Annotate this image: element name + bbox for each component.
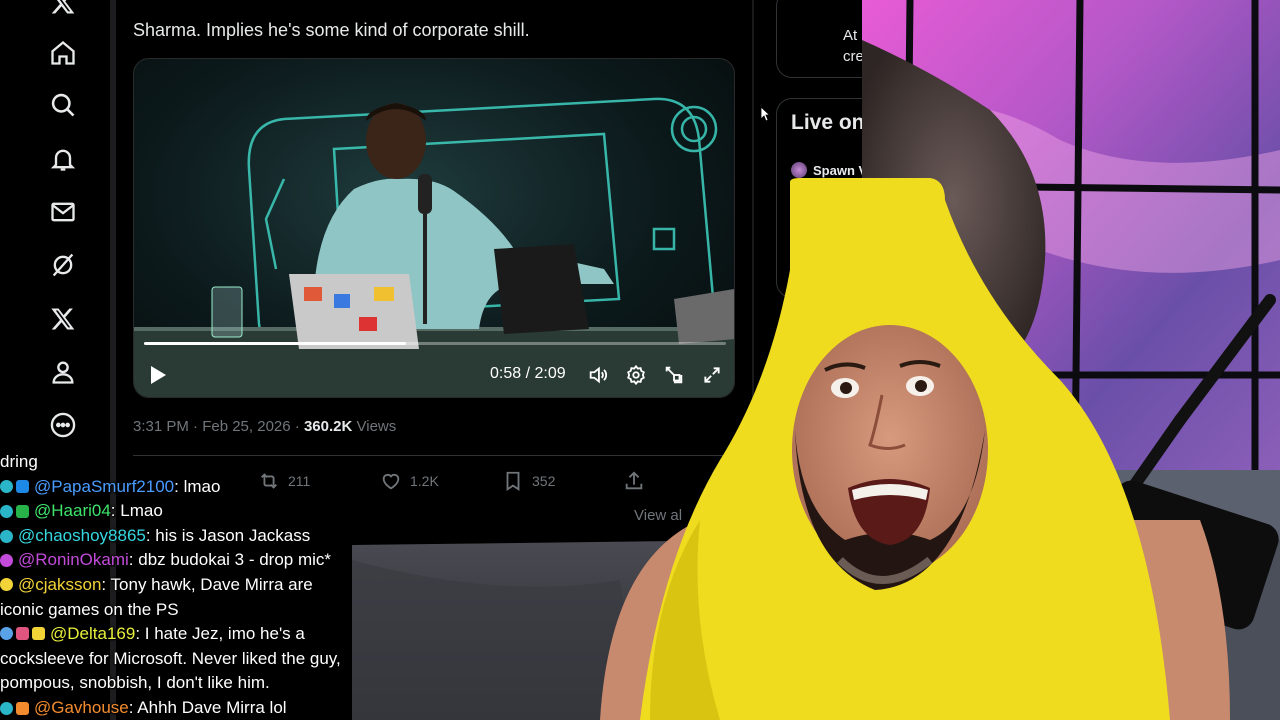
chat-text: : lmao: [174, 476, 221, 496]
bookmark-icon: [506, 471, 520, 491]
bookmark-button[interactable]: 352: [502, 470, 555, 492]
share-icon: [625, 471, 643, 490]
right-card: At cre: [776, 0, 896, 78]
mouse-cursor-icon: [760, 106, 770, 122]
tweet-meta: 3:31 PM · Feb 25, 2026 · 360.2K Views: [133, 418, 396, 435]
feed-border: [752, 0, 754, 540]
profile-icon[interactable]: [46, 355, 80, 389]
views-label: Views: [356, 418, 397, 435]
chat-badge-icon: [0, 504, 13, 518]
chat-badge-icon: [32, 627, 45, 641]
chat-message: @cjaksson: Tony hawk, Dave Mirra are ico…: [0, 573, 360, 622]
live-item-label: Spawn V: [813, 162, 868, 178]
video-frame: [134, 97, 734, 397]
play-icon[interactable]: [148, 363, 168, 387]
chat-username[interactable]: @cjaksson: [18, 575, 101, 594]
chat-username[interactable]: @Delta169: [50, 624, 135, 643]
chat-messages: @PapaSmurf2100: lmao @Haari04: Lmao @chaos…: [0, 475, 360, 720]
chat-message: @Haari04: Lmao: [0, 499, 360, 524]
video-progress-track[interactable]: [144, 342, 726, 345]
views-count: 360.2K: [303, 418, 353, 435]
bell-icon[interactable]: [46, 142, 80, 176]
tweet-timestamp[interactable]: 3:31 PM · Feb 25, 2026: [133, 418, 291, 435]
chat-badge-icon: [0, 529, 13, 543]
chat-message: @chaoshoy8865: his is Jason Jackass: [0, 524, 360, 549]
chat-text: : his is Jason Jackass: [145, 525, 311, 545]
chat-username[interactable]: @RoninOkami: [18, 548, 129, 573]
chat-badge-icon: [0, 701, 13, 715]
chat-badge-icon: [0, 554, 13, 568]
bookmark-count: 352: [532, 473, 556, 489]
settings-icon[interactable]: [624, 363, 648, 387]
like-button[interactable]: 1.2K: [380, 470, 439, 492]
chat-partial-line: dring: [0, 450, 360, 475]
chat-username[interactable]: @Haari04: [34, 499, 111, 524]
chat-badge-icon: [16, 480, 29, 494]
chat-badge-icon: [16, 627, 29, 641]
like-count: 1.2K: [410, 473, 439, 489]
live-title: Live on: [791, 111, 865, 134]
chat-text: : dbz budokai 3 - drop mic*: [128, 550, 332, 570]
chat-badge-icon: [0, 577, 13, 591]
x-premium-icon[interactable]: [46, 302, 80, 336]
stream-chat: dring @PapaSmurf2100: lmao @Haari04: Lmao…: [0, 450, 360, 720]
tweet-text: Sharma. Implies he's some kind of corpor…: [133, 20, 530, 40]
chat-text: : Lmao: [110, 501, 163, 521]
pip-icon[interactable]: [662, 363, 686, 387]
chat-username[interactable]: @chaoshoy8865: [18, 524, 146, 549]
more-icon[interactable]: [46, 408, 80, 442]
video-time: 0:58 / 2:09: [490, 365, 566, 382]
video-player[interactable]: 0:58 / 2:09: [133, 58, 735, 398]
chat-message: @Delta169: I hate Jez, imo he's a cocksl…: [0, 622, 360, 696]
chat-badge-icon: [16, 701, 29, 715]
volume-icon[interactable]: [586, 363, 610, 387]
mail-icon[interactable]: [46, 195, 80, 229]
grok-icon[interactable]: [46, 248, 80, 282]
chat-message: @RoninOkami: dbz budokai 3 - drop mic*: [0, 548, 360, 573]
live-item[interactable]: Spawn V: [791, 162, 867, 178]
home-icon[interactable]: [46, 36, 80, 70]
search-icon[interactable]: [46, 88, 80, 122]
chat-message: @PapaSmurf2100: lmao: [0, 475, 360, 500]
view-all-link[interactable]: View al: [634, 507, 682, 524]
chat-username[interactable]: @PapaSmurf2100: [34, 475, 174, 500]
chat-partial-text: dring: [0, 452, 38, 471]
right-card-text-2: cre: [843, 48, 864, 65]
chat-badge-icon: [0, 480, 13, 494]
meta-separator: ·: [294, 418, 300, 435]
chat-text: : Ahhh Dave Mirra lol: [128, 697, 287, 717]
x-logo-icon[interactable]: [46, 0, 80, 20]
chat-badge-icon: [0, 627, 13, 641]
video-progress-fill: [144, 342, 406, 345]
share-button[interactable]: [623, 470, 645, 492]
chat-message: @Gavhouse: Ahhh Dave Mirra lol: [0, 696, 360, 720]
live-avatar: [791, 162, 807, 178]
like-icon: [382, 473, 400, 490]
right-card-text-1: At: [843, 27, 858, 44]
fullscreen-icon[interactable]: [700, 363, 724, 387]
chat-badge-icon: [16, 504, 29, 518]
chat-username[interactable]: @Gavhouse: [34, 696, 129, 720]
